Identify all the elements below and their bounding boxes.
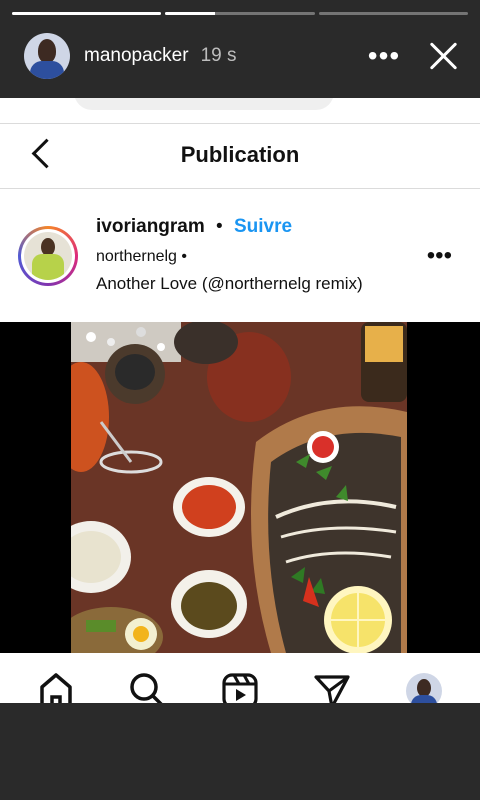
story-avatar[interactable]: [24, 33, 70, 79]
story-username[interactable]: manopacker: [84, 45, 189, 67]
separator-dot: •: [216, 216, 223, 237]
close-icon[interactable]: [422, 34, 466, 78]
divider: [0, 188, 480, 189]
story-progress-segment: [12, 12, 162, 15]
story-header: manopacker 19 s •••: [24, 32, 466, 80]
story-progress-segment: [318, 12, 468, 15]
story-progress: [12, 12, 468, 15]
more-horizontal-icon[interactable]: •••: [427, 242, 452, 270]
story-top-bar: manopacker 19 s •••: [0, 0, 480, 98]
search-icon[interactable]: [126, 669, 166, 703]
search-bar-remnant: [74, 98, 334, 110]
story-bottom-area: [0, 703, 480, 800]
food-photo: [71, 322, 407, 653]
page-title: Publication: [180, 142, 300, 167]
audio-artist[interactable]: northernelg •: [96, 248, 187, 266]
post-username[interactable]: ivoriangram: [96, 216, 205, 238]
post-avatar[interactable]: [18, 226, 78, 286]
follow-button[interactable]: Suivre: [234, 216, 292, 238]
story-progress-segment: [165, 12, 315, 15]
post-nav-bar: Publication: [0, 124, 480, 188]
profile-avatar[interactable]: [406, 673, 442, 703]
post-header: ivoriangram • Suivre northernelg • Anoth…: [0, 198, 480, 322]
reels-icon[interactable]: [220, 669, 260, 703]
post-media[interactable]: [0, 322, 480, 653]
bottom-nav: [0, 653, 480, 703]
story-time: 19 s: [200, 45, 237, 66]
audio-track[interactable]: Another Love (@northernelg remix): [96, 274, 363, 294]
shared-post-screenshot: Publication ivoriangram • Suivre norther…: [0, 98, 480, 703]
home-icon[interactable]: [36, 669, 76, 703]
more-horizontal-icon[interactable]: •••: [362, 40, 406, 72]
direct-message-icon[interactable]: [312, 669, 352, 703]
